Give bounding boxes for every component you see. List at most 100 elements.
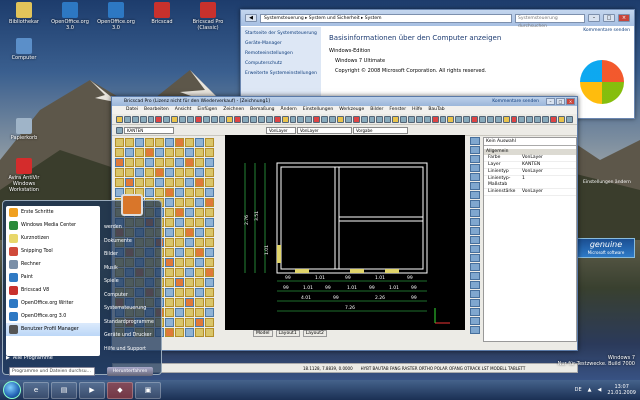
palette-tool-icon[interactable] [155, 188, 164, 197]
toolbar-tool-icon[interactable] [147, 115, 155, 123]
palette-tool-icon[interactable] [115, 168, 124, 177]
toolbar-tool-icon[interactable] [171, 115, 179, 123]
modify-tool-icon[interactable] [470, 227, 480, 235]
palette-tool-icon[interactable] [205, 238, 214, 247]
modify-tool-icon[interactable] [470, 281, 480, 289]
lineweight-select[interactable]: Vorgabe [353, 126, 408, 134]
start-menu-link[interactable]: Hilfe und Support [104, 343, 160, 357]
modify-tool-icon[interactable] [470, 218, 480, 226]
start-menu-link[interactable]: Spiele [104, 275, 160, 289]
palette-tool-icon[interactable] [155, 168, 164, 177]
palette-tool-icon[interactable] [175, 328, 184, 337]
palette-tool-icon[interactable] [205, 198, 214, 207]
sidebar-link-advanced[interactable]: Erweiterte Systemeinstellungen [245, 71, 317, 76]
start-menu-item[interactable]: OpenOffice.org Writer [6, 297, 100, 310]
palette-tool-icon[interactable] [165, 188, 174, 197]
start-menu-item[interactable]: Windows Media Center [6, 219, 100, 232]
toolbar-tool-icon[interactable] [392, 115, 400, 123]
palette-tool-icon[interactable] [185, 228, 194, 237]
network-icon[interactable]: ▲ [588, 387, 592, 393]
toolbar-tool-icon[interactable] [565, 115, 573, 123]
property-row[interactable]: Linientyp-Maßstab 1 [484, 176, 576, 189]
toolbar-tool-icon[interactable] [210, 115, 218, 123]
palette-tool-icon[interactable] [185, 288, 194, 297]
palette-tool-icon[interactable] [165, 288, 174, 297]
layer-select[interactable]: KANTEN [124, 126, 174, 134]
palette-tool-icon[interactable] [145, 148, 154, 157]
palette-tool-icon[interactable] [195, 178, 204, 187]
palette-tool-icon[interactable] [115, 178, 124, 187]
palette-tool-icon[interactable] [155, 178, 164, 187]
toolbar-tool-icon[interactable] [557, 115, 565, 123]
palette-tool-icon[interactable] [175, 268, 184, 277]
palette-tool-icon[interactable] [135, 168, 144, 177]
toolbar-tool-icon[interactable] [131, 115, 139, 123]
palette-tool-icon[interactable] [175, 188, 184, 197]
modify-tool-icon[interactable] [470, 254, 480, 262]
modify-tool-icon[interactable] [470, 326, 480, 334]
palette-tool-icon[interactable] [145, 168, 154, 177]
taskbar-controlpanel-icon[interactable]: ▣ [135, 381, 161, 399]
palette-tool-icon[interactable] [185, 268, 194, 277]
palette-tool-icon[interactable] [165, 268, 174, 277]
toolbar-tool-icon[interactable] [431, 115, 439, 123]
palette-tool-icon[interactable] [185, 158, 194, 167]
palette-tool-icon[interactable] [165, 238, 174, 247]
palette-tool-icon[interactable] [175, 308, 184, 317]
palette-tool-icon[interactable] [205, 188, 214, 197]
palette-tool-icon[interactable] [185, 198, 194, 207]
taskbar-explorer-icon[interactable]: ▤ [51, 381, 77, 399]
palette-tool-icon[interactable] [185, 238, 194, 247]
palette-tool-icon[interactable] [165, 308, 174, 317]
toolbar-tool-icon[interactable] [258, 115, 265, 123]
palette-tool-icon[interactable] [195, 198, 204, 207]
palette-tool-icon[interactable] [195, 148, 204, 157]
close-icon[interactable]: × [618, 14, 630, 22]
toolbar-tool-icon[interactable] [368, 115, 376, 123]
volume-icon[interactable]: ◀ [598, 387, 602, 393]
palette-tool-icon[interactable] [125, 158, 134, 167]
palette-tool-icon[interactable] [195, 208, 204, 217]
desktop-icon[interactable]: Papierkorb [2, 118, 46, 141]
menu-item[interactable]: Bearbeiten [144, 106, 169, 114]
toolbar-tool-icon[interactable] [218, 115, 226, 123]
toolbar-tool-icon[interactable] [415, 115, 423, 123]
modify-tool-icon[interactable] [470, 263, 480, 271]
menu-item[interactable]: Bemaßung [250, 106, 274, 114]
palette-tool-icon[interactable] [165, 158, 174, 167]
toolbar-tool-icon[interactable] [187, 115, 194, 123]
start-menu-link[interactable]: Dokumente [104, 235, 160, 249]
palette-tool-icon[interactable] [205, 318, 214, 327]
palette-tool-icon[interactable] [205, 258, 214, 267]
palette-tool-icon[interactable] [165, 208, 174, 217]
status-flags[interactable]: HYBT BAUTAB FANG RASTER ORTHO POLAR OFAN… [361, 364, 526, 372]
palette-tool-icon[interactable] [165, 228, 174, 237]
start-menu-item[interactable]: Kurznotizen [6, 232, 100, 245]
toolbar-tool-icon[interactable] [534, 115, 542, 123]
color-select[interactable]: VonLayer [266, 126, 296, 134]
sidebar-link-device-manager[interactable]: Geräte-Manager [245, 41, 317, 46]
toolbar-tool-icon[interactable] [155, 115, 163, 123]
start-button[interactable] [3, 381, 21, 399]
palette-tool-icon[interactable] [185, 308, 194, 317]
toolbar-tool-icon[interactable] [471, 115, 478, 123]
palette-tool-icon[interactable] [175, 218, 184, 227]
toolbar-tool-icon[interactable] [123, 115, 131, 123]
maximize-icon[interactable]: □ [556, 98, 565, 105]
palette-tool-icon[interactable] [175, 288, 184, 297]
palette-tool-icon[interactable] [165, 198, 174, 207]
toolbar-tool-icon[interactable] [352, 115, 360, 123]
start-menu-link[interactable]: Standardprogramme [104, 316, 160, 330]
palette-tool-icon[interactable] [205, 228, 214, 237]
sidebar-link-home[interactable]: Startseite der Systemsteuerung [245, 31, 317, 36]
menu-item[interactable]: BauTab [428, 106, 444, 114]
palette-tool-icon[interactable] [195, 168, 204, 177]
start-menu-item[interactable]: Erste Schritte [6, 206, 100, 219]
palette-tool-icon[interactable] [175, 138, 184, 147]
palette-tool-icon[interactable] [195, 278, 204, 287]
menu-item[interactable]: Einstellungen [303, 106, 334, 114]
palette-tool-icon[interactable] [185, 258, 194, 267]
desktop-icon[interactable]: Bricscad Pro (Classic) [186, 2, 230, 31]
palette-tool-icon[interactable] [205, 248, 214, 257]
address-bar[interactable]: Systemsteuerung ▸ System und Sicherheit … [260, 13, 512, 23]
